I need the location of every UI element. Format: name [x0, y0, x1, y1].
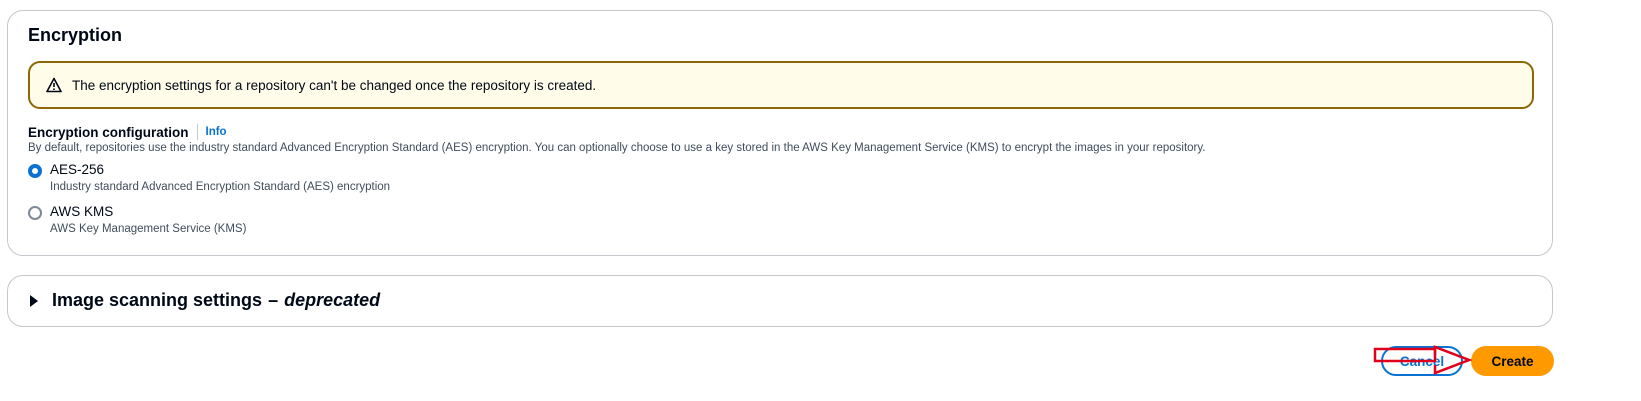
image-scanning-panel: Image scanning settings – deprecated — [7, 275, 1553, 327]
label-divider — [196, 124, 198, 140]
info-link[interactable]: Info — [206, 126, 227, 138]
image-scanning-deprecated-label: deprecated — [284, 290, 381, 310]
radio-label-aes-256: AES-256 — [50, 162, 105, 177]
encryption-config-description: By default, repositories use the industr… — [28, 142, 1206, 154]
radio-button-aws-kms[interactable] — [28, 206, 42, 220]
image-scanning-separator: – — [268, 290, 279, 310]
radio-description-aes-256: Industry standard Advanced Encryption St… — [50, 181, 391, 193]
encryption-panel: Encryption The encryption settings for a… — [7, 10, 1553, 256]
encryption-heading: Encryption — [28, 25, 123, 45]
warning-icon — [46, 77, 62, 93]
encryption-warning-alert: The encryption settings for a repository… — [28, 61, 1534, 109]
image-scanning-expand-toggle[interactable]: Image scanning settings – deprecated — [30, 290, 380, 311]
encryption-config-label: Encryption configuration — [28, 124, 189, 140]
create-button[interactable]: Create — [1471, 346, 1554, 376]
caret-right-icon[interactable] — [30, 294, 38, 307]
alert-text: The encryption settings for a repository… — [72, 77, 597, 93]
radio-label-aws-kms: AWS KMS — [50, 204, 114, 219]
encryption-config-label-row: Encryption configuration Info — [28, 124, 227, 140]
radio-description-aws-kms: AWS Key Management Service (KMS) — [50, 223, 247, 235]
radio-button-aes-256[interactable] — [28, 164, 42, 178]
cancel-button[interactable]: Cancel — [1381, 346, 1463, 376]
image-scanning-title: Image scanning settings — [52, 290, 263, 310]
